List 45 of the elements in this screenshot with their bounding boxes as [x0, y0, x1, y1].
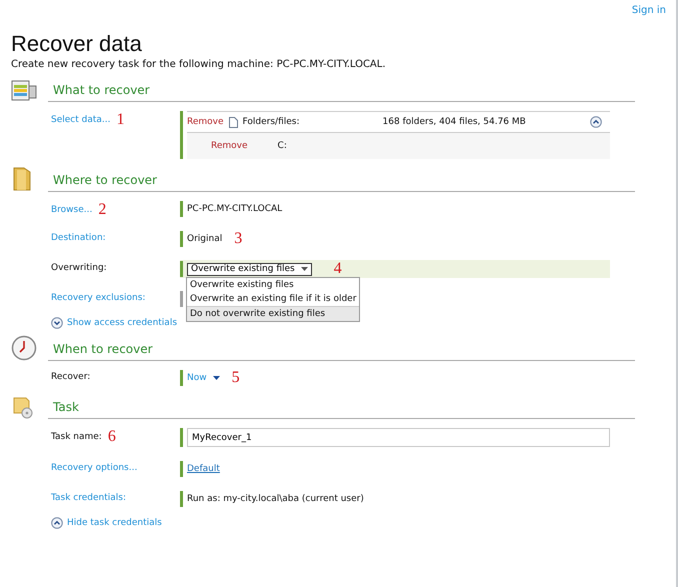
overwrite-dropdown[interactable]: Overwrite existing files [187, 262, 312, 276]
field-value: PC-PC.MY-CITY.LOCAL [187, 204, 282, 214]
folder-icon [11, 166, 33, 192]
item-name: Folders/files: [242, 117, 300, 127]
collapse-icon[interactable] [590, 116, 602, 128]
annotation-number: 4 [334, 262, 342, 276]
field-label: Task name: [51, 432, 102, 442]
remove-link[interactable]: Remove [187, 117, 224, 127]
archive-icon [11, 78, 37, 102]
annotation-number: 1 [116, 113, 124, 127]
caret-icon [212, 376, 220, 380]
section-title: When to recover [53, 342, 153, 356]
section-title: Task [53, 400, 79, 414]
annotation-number: 5 [232, 371, 240, 385]
field-link[interactable]: Recovery exclusions: [51, 293, 146, 303]
caret-icon [300, 267, 308, 271]
field-link[interactable]: Destination: [51, 233, 106, 243]
annotation-number: 2 [98, 203, 106, 217]
document-icon [228, 116, 238, 128]
page-title: Recover data [11, 31, 143, 57]
field-label: Recover: [51, 372, 90, 382]
annotation-number: 3 [234, 232, 242, 246]
remove-link[interactable]: Remove [211, 141, 248, 151]
field-link[interactable]: Select data... [51, 115, 110, 125]
credentials-toggle[interactable]: Show access credentials [51, 317, 178, 329]
folder-disc-icon [11, 395, 35, 419]
schedule-dropdown[interactable]: Now [187, 373, 220, 383]
clock-icon [11, 335, 37, 361]
item-summary: 168 folders, 404 files, 54.76 MB [382, 117, 527, 127]
item-name: C: [278, 141, 287, 151]
dropdown-option[interactable]: Do not overwrite existing files [187, 306, 360, 321]
field-label: Overwriting: [51, 263, 107, 273]
section-title: What to recover [53, 83, 150, 97]
task-name-field[interactable]: MyRecover_1 [187, 428, 610, 447]
field-link[interactable]: Browse... [51, 205, 92, 215]
field-value: Run as: my-city.local\aba (current user) [187, 494, 364, 504]
section-title: Where to recover [53, 173, 157, 187]
credentials-toggle[interactable]: Hide task credentials [51, 517, 162, 529]
sign-in-link[interactable]: Sign in [632, 5, 666, 19]
annotation-number: 6 [108, 430, 116, 444]
field-value: Original [187, 234, 222, 244]
field-link[interactable]: Recovery options... [51, 463, 138, 473]
options-link[interactable]: Default [187, 464, 220, 474]
field-link[interactable]: Task credentials: [51, 493, 126, 503]
page-subtitle: Create new recovery task for the following machine: PC-PC.MY-CITY.LOCAL. [11, 59, 387, 70]
